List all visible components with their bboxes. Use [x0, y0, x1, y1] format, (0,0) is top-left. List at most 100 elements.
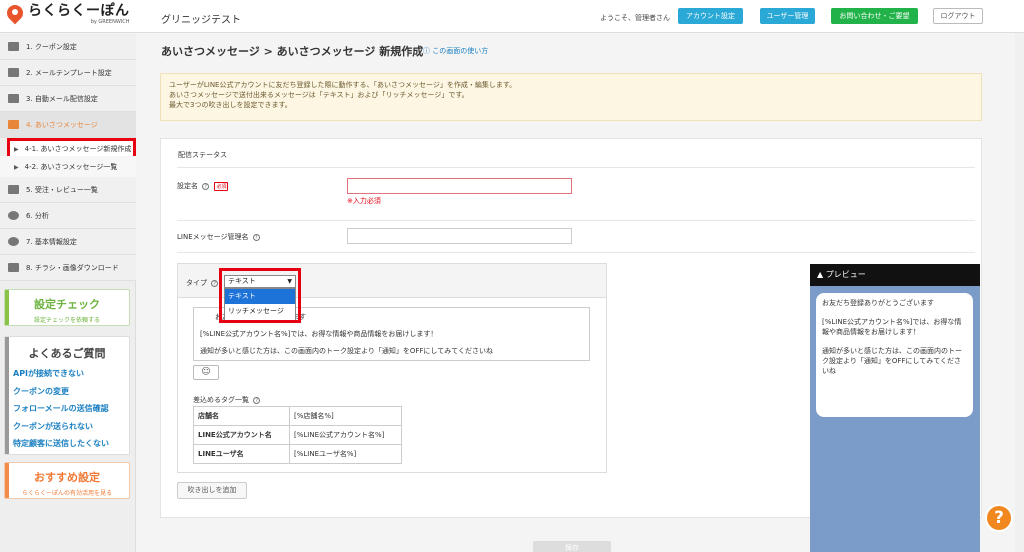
- mail-icon: [8, 68, 19, 77]
- recommended-title: おすすめ設定: [34, 471, 100, 484]
- faq-title: よくあるご質問: [28, 347, 106, 360]
- preview-line: お友だち登録ありがとうございます: [822, 299, 934, 307]
- sidebar-item-greeting[interactable]: 4. あいさつメッセージ: [0, 112, 136, 138]
- line-manage-label-text: LINEメッセージ管理名: [177, 233, 249, 241]
- info-line: ユーザーがLINE公式アカウントに友だち登録した際に動作する、「あいさつメッセー…: [169, 81, 517, 89]
- divider: [177, 167, 975, 168]
- setting-name-input[interactable]: [347, 178, 572, 194]
- faq-link[interactable]: APIが接続できない: [13, 365, 129, 383]
- tag-list-title-text: 差込めるタグ一覧: [193, 396, 249, 404]
- caret-right-icon: ▶: [14, 145, 19, 153]
- sidebar-item-download[interactable]: 8. チラシ・画像ダウンロード: [0, 255, 136, 281]
- preview-line: 通知が多いと感じた方は、この画面内のトーク設定より「通知」をOFFにしてみてくだ…: [822, 347, 962, 375]
- divider: [177, 252, 975, 253]
- line-manage-name-input[interactable]: [347, 228, 572, 244]
- gear-icon: [8, 237, 19, 246]
- sidebar-item-orders[interactable]: 5. 受注・レビュー一覧: [0, 177, 136, 203]
- sidebar-item-label: 3. 自動メール配信設定: [26, 94, 98, 103]
- page-scrollbar[interactable]: [1015, 33, 1024, 552]
- preview-panel: ▲ プレビュー お友だち登録ありがとうございます [%LINE公式アカウント名%…: [810, 264, 980, 552]
- sidebar-item-label: 4. あいさつメッセージ: [26, 120, 98, 129]
- tag-value: [%LINE公式アカウント名%]: [289, 425, 402, 445]
- greeting-icon: [8, 120, 19, 129]
- save-button[interactable]: 保存: [533, 541, 611, 552]
- auto-mail-icon: [8, 94, 19, 103]
- sidebar-item-analytics[interactable]: 6. 分析: [0, 203, 136, 229]
- sidebar-item-label: 7. 基本情報設定: [26, 237, 77, 246]
- sidebar-subitem-label: 4-2. あいさつメッセージ一覧: [24, 163, 118, 171]
- faq-box: よくあるご質問 APIが接続できない クーポンの変更 フォローメールの送信確認 …: [4, 336, 130, 455]
- emoji-button[interactable]: ☺: [193, 365, 219, 380]
- preview-line: [%LINE公式アカウント名%]では、お得な情報や商品情報をお届けします！: [822, 318, 962, 336]
- help-link[interactable]: ⓘ この画面の使い方: [423, 46, 488, 56]
- help-circle-icon: ⓘ: [423, 47, 433, 55]
- faq-link[interactable]: 特定顧客に送信したくない: [13, 435, 129, 453]
- tag-key: 店舗名: [193, 406, 290, 426]
- setting-name-label: 設定名 ? 必須: [177, 181, 229, 191]
- caret-right-icon: ▶: [14, 163, 19, 171]
- tag-value: [%店舗名%]: [289, 406, 402, 426]
- top-header: らくらくーぽん by GREENWICH グリニッジテスト ようこそ、管理者さん…: [0, 0, 1024, 33]
- faq-link[interactable]: フォローメールの送信確認: [13, 400, 129, 418]
- sidebar-item-coupon[interactable]: 1. クーポン設定: [0, 34, 136, 60]
- faq-link[interactable]: クーポンが送られない: [13, 418, 129, 436]
- preview-title[interactable]: ▲ プレビュー: [810, 264, 980, 286]
- tag-table: 店舗名 [%店舗名%] LINE公式アカウント名 [%LINE公式アカウント名%…: [193, 406, 402, 464]
- line-manage-name-label: LINEメッセージ管理名 ?: [177, 232, 260, 242]
- question-icon[interactable]: ?: [211, 279, 219, 287]
- sidebar-item-label: 2. メールテンプレート設定: [26, 68, 112, 77]
- section-title: 配信ステータス: [178, 151, 227, 159]
- page-title: あいさつメッセージ > あいさつメッセージ 新規作成: [161, 45, 424, 58]
- logout-button[interactable]: ログアウト: [933, 8, 983, 24]
- sidebar-subitem-label: 4-1. あいさつメッセージ新規作成: [24, 145, 132, 153]
- contact-button[interactable]: お問い合わせ・ご要望: [831, 8, 918, 24]
- add-bubble-button[interactable]: 吹き出しを追加: [177, 482, 247, 499]
- divider: [177, 220, 975, 221]
- app-logo[interactable]: らくらくーぽん by GREENWICH: [3, 1, 130, 26]
- sidebar-item-label: 1. クーポン設定: [26, 42, 77, 51]
- message-line: [%LINE公式アカウント名%]では、お得な情報や商品情報をお届けします！: [200, 330, 438, 338]
- preview-bubble: お友だち登録ありがとうございます [%LINE公式アカウント名%]では、お得な情…: [816, 293, 973, 417]
- info-line: 最大で3つの吹き出しを設定できます。: [169, 101, 292, 109]
- logo-subtext: by GREENWICH: [90, 19, 130, 25]
- highlight-frame: [219, 268, 301, 323]
- question-icon[interactable]: ?: [252, 233, 260, 241]
- table-row: 店舗名 [%店舗名%]: [193, 406, 402, 426]
- help-link-label: この画面の使い方: [432, 47, 489, 55]
- help-question-icon[interactable]: ?: [985, 504, 1013, 532]
- tag-value: [%LINEユーザ名%]: [289, 444, 402, 464]
- logo-text: らくらくーぽん: [28, 3, 130, 19]
- required-error: ※入力必須: [347, 197, 381, 205]
- recommended-sub: らくらくーぽんの有効活用を見る: [21, 490, 112, 497]
- coupon-icon: [8, 42, 19, 51]
- sidebar-item-label: 8. チラシ・画像ダウンロード: [26, 263, 119, 272]
- sidebar-item-basic-settings[interactable]: 7. 基本情報設定: [0, 229, 136, 255]
- tag-key: LINEユーザ名: [193, 444, 290, 464]
- sidebar-item-mail-template[interactable]: 2. メールテンプレート設定: [0, 60, 136, 86]
- chart-pie-icon: [8, 211, 19, 220]
- sidebar-item-auto-mail[interactable]: 3. 自動メール配信設定: [0, 86, 136, 112]
- question-icon[interactable]: ?: [202, 182, 210, 190]
- tag-key: LINE公式アカウント名: [193, 425, 290, 445]
- settings-check-sub: 設定チェックを依頼する: [33, 317, 100, 324]
- user-management-button[interactable]: ユーザー管理: [760, 8, 815, 24]
- type-label: タイプ ?: [186, 278, 219, 288]
- shop-name: グリニッジテスト: [161, 15, 241, 26]
- tag-list-title: 差込めるタグ一覧 ?: [193, 395, 261, 405]
- smiley-icon: ☺: [201, 367, 211, 377]
- faq-link[interactable]: クーポンの変更: [13, 383, 129, 401]
- info-notice: ユーザーがLINE公式アカウントに友だち登録した際に動作する、「あいさつメッセー…: [160, 73, 982, 121]
- required-badge: 必須: [214, 181, 229, 191]
- setting-name-label-text: 設定名: [177, 182, 198, 190]
- sidebar-item-label: 5. 受注・レビュー一覧: [26, 185, 98, 194]
- recommended-settings-box[interactable]: おすすめ設定 らくらくーぽんの有効活用を見る: [4, 462, 130, 499]
- download-icon: [8, 263, 19, 272]
- info-line: あいさつメッセージで送付出来るメッセージは「テキスト」および「リッチメッセージ」…: [169, 91, 469, 99]
- settings-check-box[interactable]: 設定チェック 設定チェックを依頼する: [4, 289, 130, 326]
- list-icon: [8, 185, 19, 194]
- welcome-text: ようこそ、管理者さん: [600, 14, 670, 22]
- account-settings-button[interactable]: アカウント設定: [678, 8, 743, 24]
- table-row: LINEユーザ名 [%LINEユーザ名%]: [193, 444, 402, 464]
- sidebar-subitem-greeting-list[interactable]: ▶ 4-2. あいさつメッセージ一覧: [0, 156, 136, 178]
- question-icon[interactable]: ?: [253, 396, 261, 404]
